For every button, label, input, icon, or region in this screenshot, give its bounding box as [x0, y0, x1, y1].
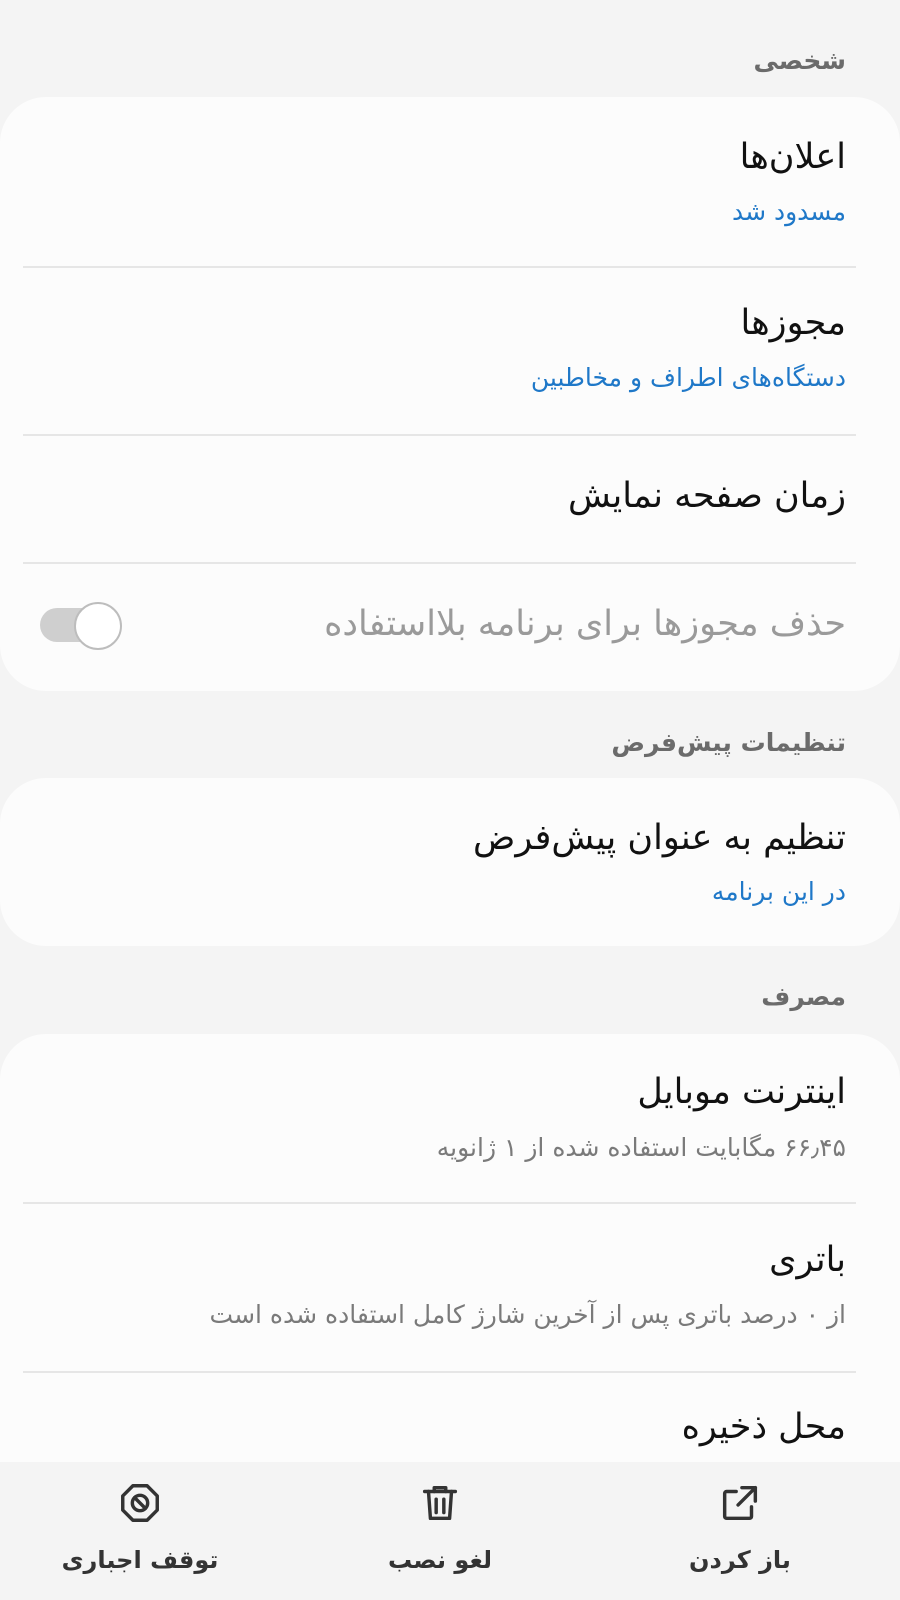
force-stop-icon — [121, 1484, 159, 1522]
section-header-usage: مصرف — [761, 982, 846, 1011]
battery-title: باتری — [769, 1240, 846, 1280]
battery-subtitle: از ۰ درصد باتری پس از آخرین شارژ کامل اس… — [209, 1300, 846, 1329]
notifications-row[interactable]: اعلان‌ها مسدود شد — [0, 97, 900, 265]
open-button[interactable]: باز کردن — [630, 1462, 850, 1600]
set-default-subtitle: در این برنامه — [711, 877, 846, 906]
remove-permissions-title: حذف مجوزها برای برنامه بلااستفاده — [324, 604, 846, 644]
remove-permissions-row[interactable]: حذف مجوزها برای برنامه بلااستفاده — [0, 564, 900, 691]
mobile-data-row[interactable]: اینترنت موبایل ۶۶٫۴۵ مگابایت استفاده شده… — [0, 1034, 900, 1201]
section-header-personal: شخصی — [753, 46, 846, 75]
open-label: باز کردن — [689, 1546, 791, 1574]
storage-title: محل ذخیره — [681, 1407, 846, 1447]
notifications-subtitle: مسدود شد — [731, 197, 846, 226]
uninstall-button[interactable]: لغو نصب — [330, 1462, 550, 1600]
trash-icon — [422, 1485, 458, 1521]
permissions-title: مجوزها — [740, 303, 846, 343]
mobile-data-subtitle: ۶۶٫۴۵ مگابایت استفاده شده از ۱ ژانویه — [436, 1133, 846, 1162]
permissions-subtitle: دستگاه‌های اطراف و مخاطبین — [530, 363, 846, 392]
force-stop-label: توقف اجباری — [61, 1546, 219, 1574]
permissions-row[interactable]: مجوزها دستگاه‌های اطراف و مخاطبین — [0, 268, 900, 433]
section-header-defaults: تنظیمات پیش‌فرض — [611, 728, 846, 757]
battery-row[interactable]: باتری از ۰ درصد باتری پس از آخرین شارژ ک… — [0, 1204, 900, 1370]
open-external-icon — [722, 1485, 758, 1521]
notifications-title: اعلان‌ها — [739, 137, 846, 177]
toggle-knob — [74, 602, 122, 650]
set-default-title: تنظیم به عنوان پیش‌فرض — [473, 818, 846, 858]
storage-row[interactable]: محل ذخیره — [0, 1373, 900, 1462]
mobile-data-title: اینترنت موبایل — [637, 1072, 846, 1112]
usage-card: اینترنت موبایل ۶۶٫۴۵ مگابایت استفاده شده… — [0, 1034, 900, 1462]
personal-card: اعلان‌ها مسدود شد مجوزها دستگاه‌های اطرا… — [0, 97, 900, 691]
set-default-row[interactable]: تنظیم به عنوان پیش‌فرض در این برنامه — [0, 778, 900, 946]
force-stop-button[interactable]: توقف اجباری — [30, 1462, 250, 1600]
screen-time-title: زمان صفحه نمایش — [567, 476, 846, 516]
remove-permissions-toggle[interactable] — [40, 602, 124, 650]
bottom-action-bar: باز کردن لغو نصب توقف اجباری — [0, 1462, 900, 1600]
app-info-scroll[interactable]: شخصی اعلان‌ها مسدود شد مجوزها دستگاه‌های… — [0, 0, 900, 1462]
screen-time-row[interactable]: زمان صفحه نمایش — [0, 436, 900, 561]
uninstall-label: لغو نصب — [387, 1546, 493, 1574]
defaults-card: تنظیم به عنوان پیش‌فرض در این برنامه — [0, 778, 900, 946]
